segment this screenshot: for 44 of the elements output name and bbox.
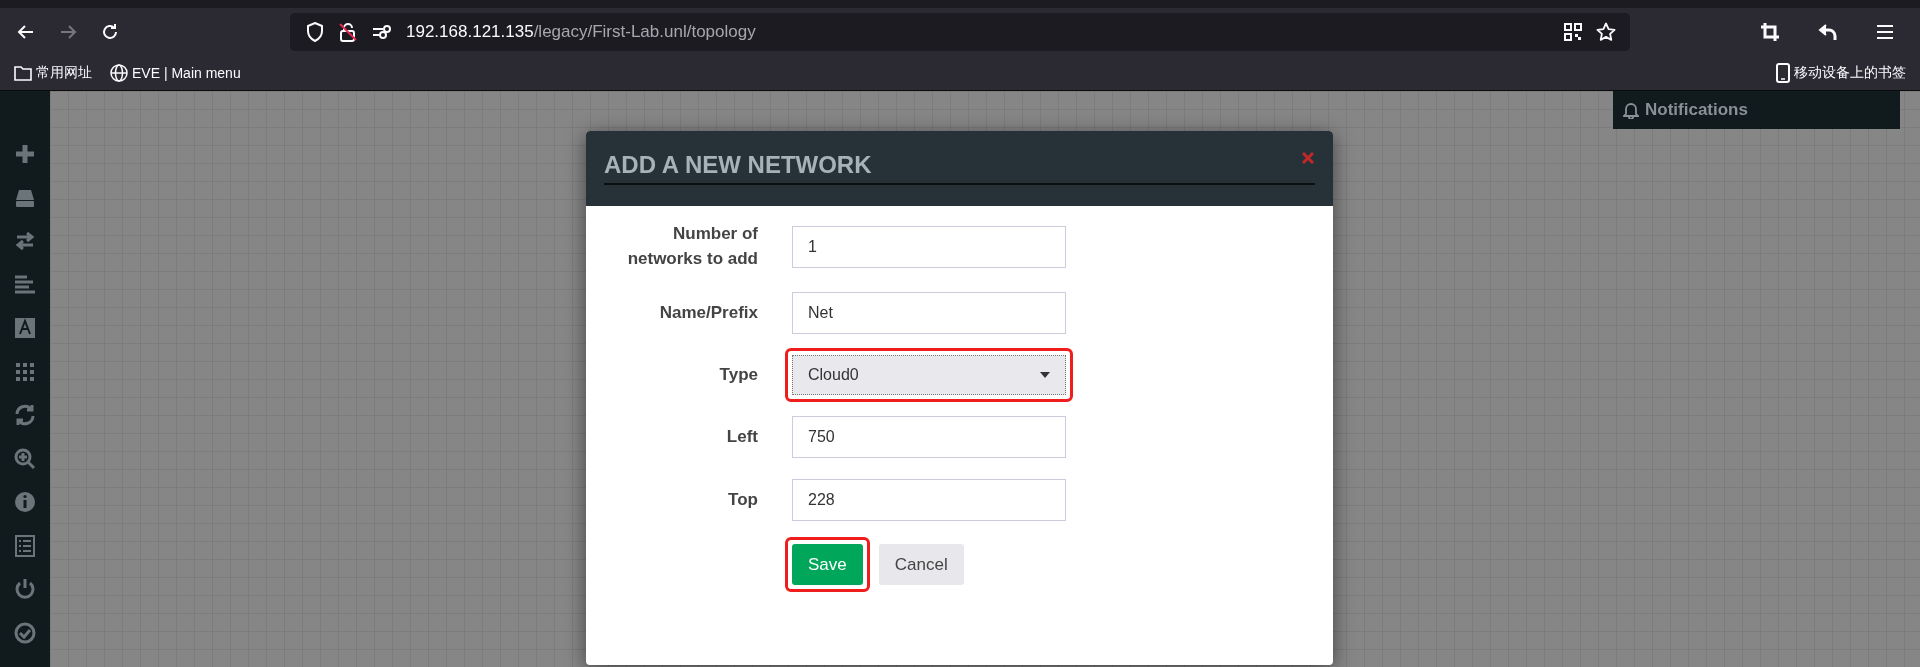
type-dropdown[interactable]: Cloud0: [792, 355, 1066, 396]
info-icon[interactable]: [14, 491, 36, 513]
address-bar[interactable]: 192.168.121.135/legacy/First-Lab.unl/topology: [290, 12, 1630, 51]
qr-code-icon[interactable]: [1564, 22, 1582, 41]
notifications-title: Notifications: [1645, 100, 1748, 120]
undo-arrow-icon[interactable]: [1818, 22, 1838, 41]
power-icon[interactable]: [14, 578, 36, 600]
folder-icon: [14, 64, 32, 81]
bookmark-item[interactable]: 常用网址: [10, 61, 96, 84]
input-field[interactable]: 750: [792, 416, 1066, 459]
url-text: 192.168.121.135/legacy/First-Lab.unl/topology: [406, 21, 756, 42]
mobile-bookmarks-button[interactable]: 移动设备上的书签: [1772, 60, 1910, 85]
field-label: Name/Prefix: [658, 301, 758, 324]
star-icon[interactable]: [1596, 21, 1616, 42]
input-field[interactable]: Net: [792, 292, 1066, 335]
globe-icon: [110, 63, 128, 82]
plus-icon[interactable]: [14, 143, 36, 165]
input-field[interactable]: 1: [792, 225, 1066, 268]
field-label: Top: [727, 488, 758, 511]
menu-icon[interactable]: [1876, 23, 1894, 40]
cancel-button[interactable]: Cancel: [878, 544, 964, 586]
field-label: Left: [725, 425, 758, 448]
check-circle-icon[interactable]: [14, 621, 36, 644]
permissions-icon[interactable]: [372, 24, 392, 39]
grid-icon[interactable]: [14, 360, 36, 383]
input-field[interactable]: 228: [792, 479, 1066, 522]
list-icon[interactable]: [14, 534, 36, 557]
swap-arrows-icon[interactable]: [14, 230, 36, 252]
insecure-lock-icon[interactable]: [338, 21, 358, 42]
crop-icon[interactable]: [1760, 21, 1780, 42]
refresh-icon[interactable]: [14, 404, 36, 426]
shield-icon[interactable]: [306, 21, 324, 42]
field-label: Number of networks to add: [626, 223, 758, 270]
bookmark-item[interactable]: EVE | Main menu: [106, 61, 245, 84]
close-icon[interactable]: [1301, 151, 1315, 165]
reload-icon: [100, 21, 120, 42]
phone-icon: [1776, 62, 1790, 83]
field-label: Type: [718, 363, 758, 386]
zoom-in-icon[interactable]: [14, 447, 36, 470]
bell-icon: [1623, 101, 1639, 119]
align-left-icon[interactable]: [14, 273, 36, 296]
caret-icon: [1040, 372, 1050, 379]
text-icon[interactable]: [14, 317, 36, 339]
dialog-title: ADD A NEW NETWORK: [604, 151, 1315, 185]
